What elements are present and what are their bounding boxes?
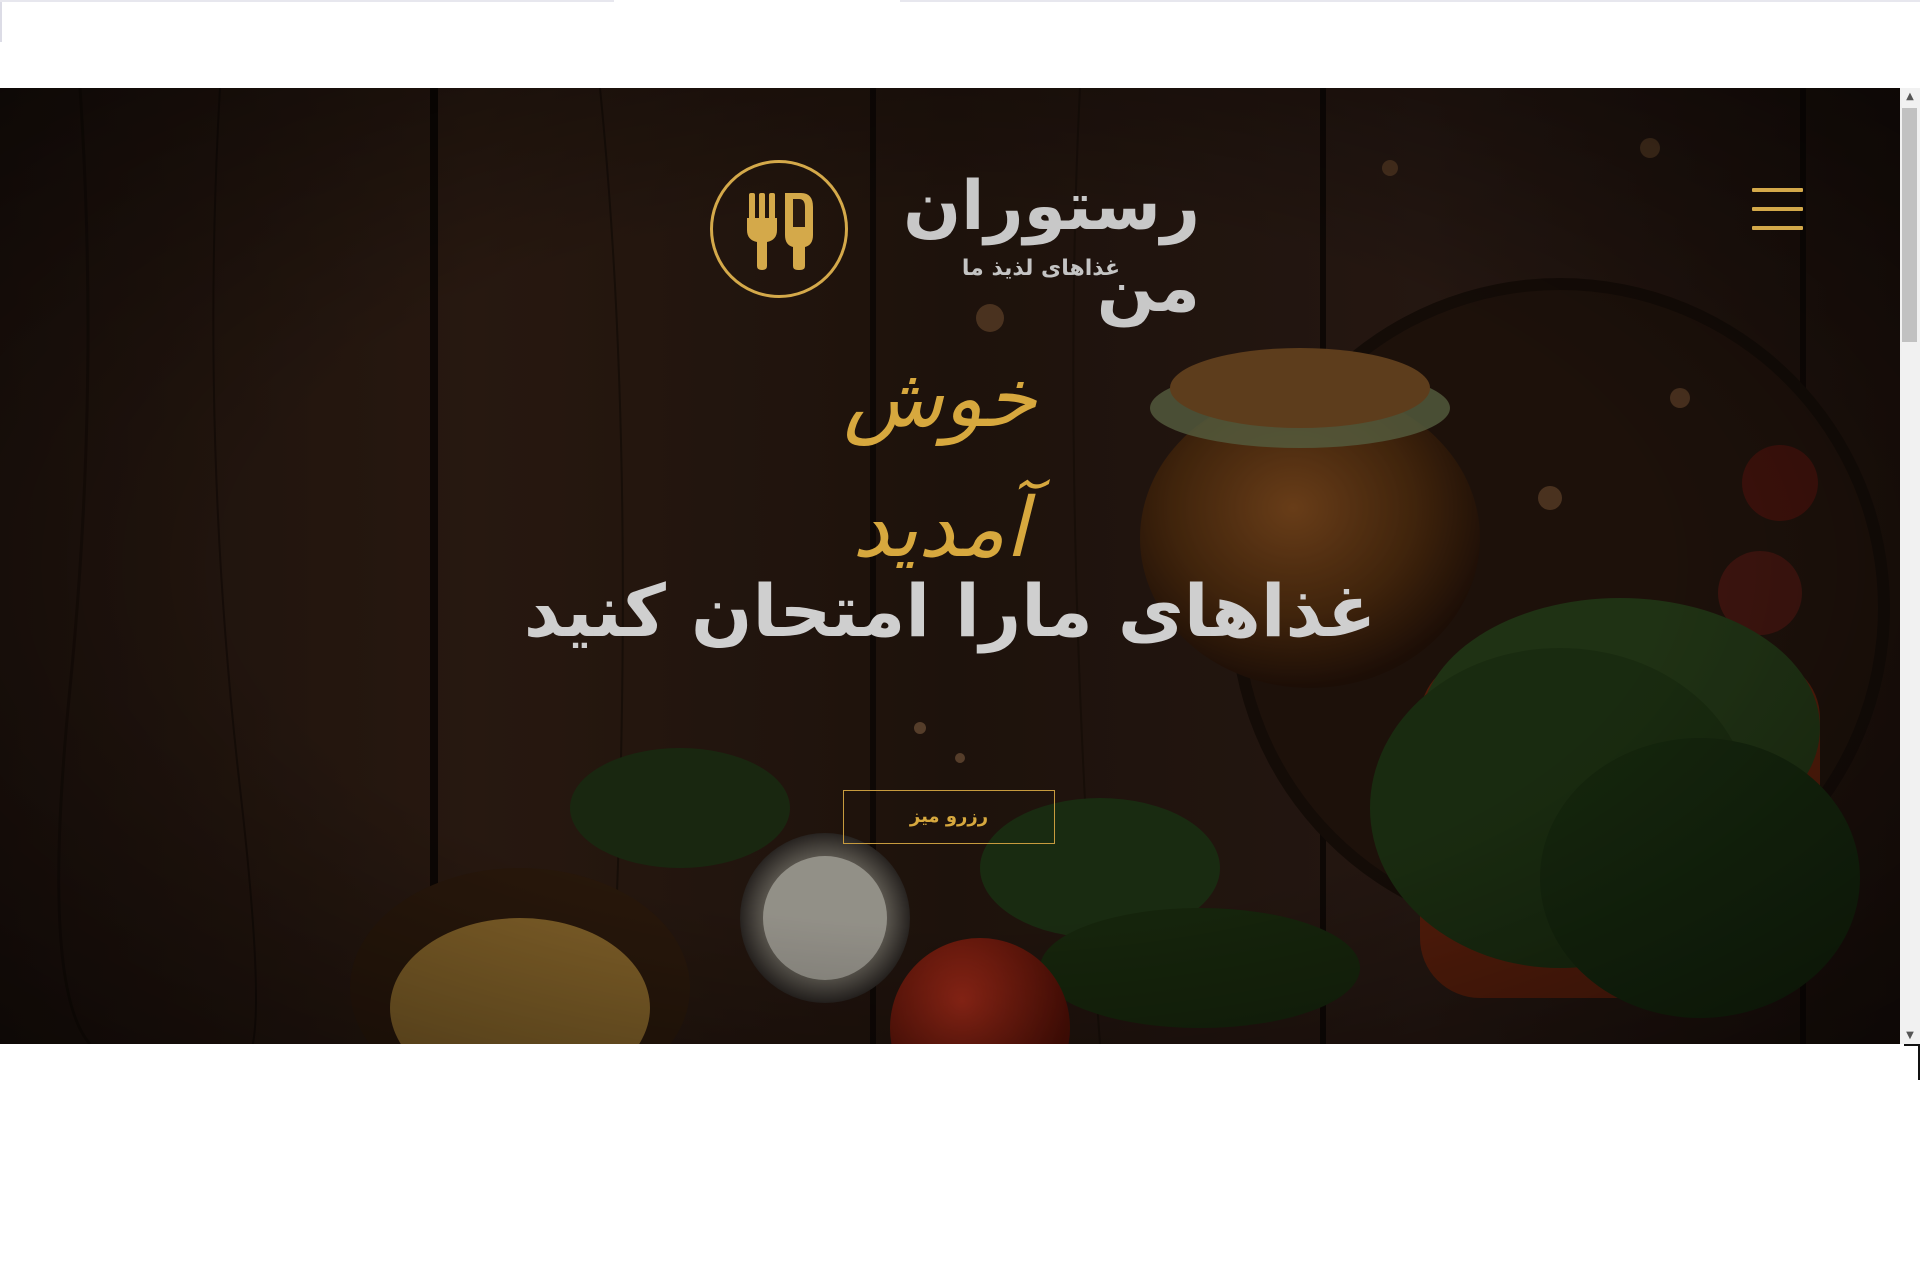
brand-tagline: غذاهای لذیذ ما (961, 256, 1120, 281)
hero-section: رستوران من غذاهای لذیذ ما خوش آمدید غذاه… (0, 88, 1900, 1044)
hero-heading: غذاهای مارا امتحان کنید (523, 569, 1377, 653)
vertical-scrollbar[interactable]: ▲ ▼ (1900, 88, 1920, 1044)
brand-title[interactable]: رستوران من (860, 166, 1200, 329)
top-border-left (0, 0, 614, 2)
scrollbar-thumb[interactable] (1902, 108, 1917, 342)
fork-knife-icon[interactable] (710, 160, 848, 298)
hamburger-menu-icon[interactable] (1752, 188, 1806, 232)
page: رستوران من غذاهای لذیذ ما خوش آمدید غذاه… (0, 0, 1920, 1280)
browser-viewport: رستوران من غذاهای لذیذ ما خوش آمدید غذاه… (0, 88, 1920, 1044)
arrow-down-icon[interactable]: ▼ (1900, 1027, 1920, 1044)
top-border-right (900, 0, 1920, 2)
welcome-text: خوش آمدید (843, 351, 1037, 576)
window-edge (0, 0, 2, 42)
arrow-up-icon[interactable]: ▲ (1900, 88, 1920, 105)
reserve-table-button[interactable]: رزرو میز (843, 790, 1055, 844)
